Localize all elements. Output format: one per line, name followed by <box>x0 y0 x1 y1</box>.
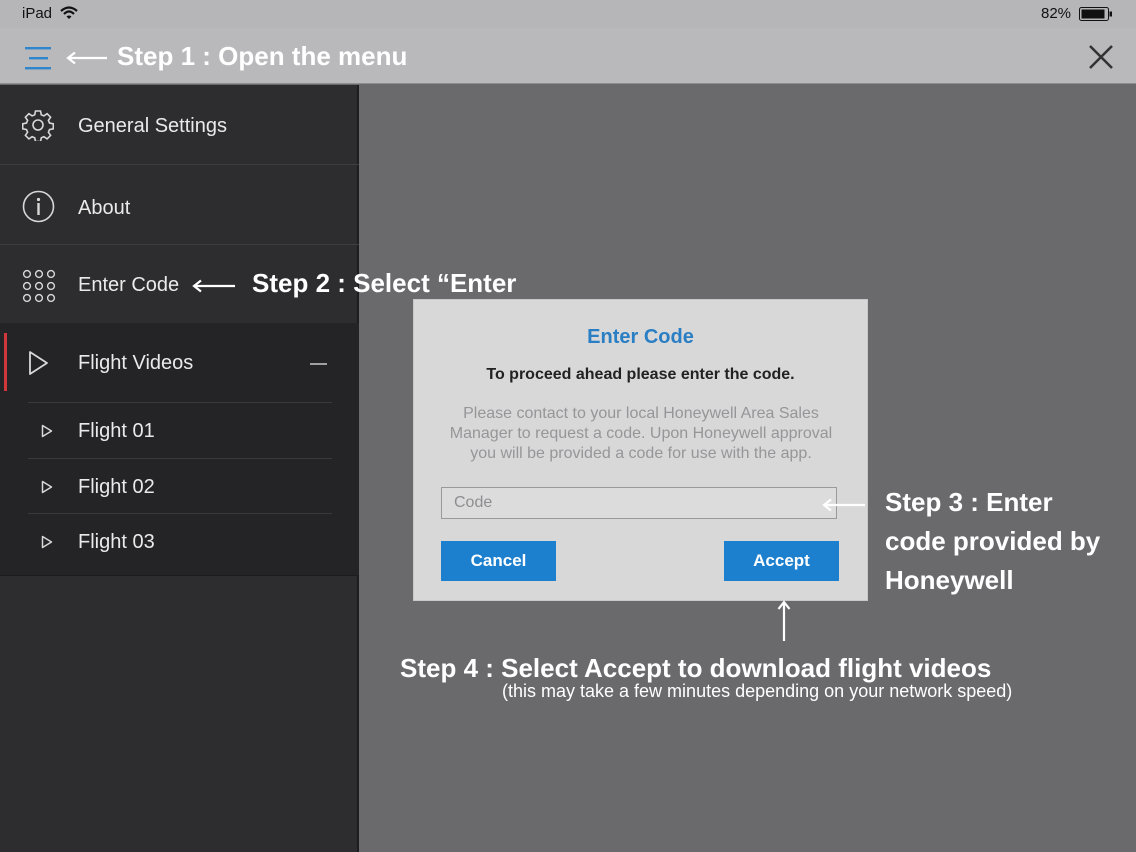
sidebar-item-label: About <box>78 197 131 219</box>
dialog-title: Enter Code <box>587 326 694 348</box>
sub-item-flight-01[interactable]: Flight 01 <box>28 402 332 458</box>
menu-icon[interactable] <box>24 45 54 71</box>
arrow-left-icon <box>822 498 865 512</box>
sidebar-item-about[interactable]: About <box>0 165 359 245</box>
play-icon <box>29 351 48 375</box>
annotation-step-4-note: (this may take a few minutes depending o… <box>502 681 1013 701</box>
battery-icon <box>1079 7 1112 21</box>
play-icon <box>41 424 53 438</box>
status-bar: iPad 82% <box>0 0 1136 28</box>
annotation-step-1: Step 1 : Open the menu <box>117 41 408 71</box>
sidebar-item-label: General Settings <box>78 115 227 137</box>
annotation-step-3-line-3: Honeywell <box>885 565 1014 595</box>
annotation-step-3-line-2: code provided by <box>885 526 1101 556</box>
dialog-subtitle: To proceed ahead please enter the code. <box>486 366 795 383</box>
wifi-icon <box>60 6 78 19</box>
info-icon <box>22 190 55 223</box>
dialog-body-text: Please contact to your local Honeywell A… <box>449 405 833 462</box>
code-input[interactable] <box>441 487 837 519</box>
sidebar-item-general-settings[interactable]: General Settings <box>0 85 359 165</box>
arrow-left-icon <box>192 279 235 293</box>
sidebar-item-label: Enter Code <box>78 274 180 296</box>
play-icon <box>41 535 53 549</box>
arrow-left-icon <box>66 51 107 65</box>
sub-item-label: Flight 03 <box>78 531 155 553</box>
sidebar-item-flight-videos[interactable]: Flight Videos <box>0 323 359 403</box>
enter-code-dialog: Enter Code To proceed ahead please enter… <box>413 299 868 601</box>
battery-percent: 82% <box>1041 5 1072 22</box>
sub-item-flight-03[interactable]: Flight 03 <box>28 513 332 569</box>
sub-item-flight-02[interactable]: Flight 02 <box>28 458 332 514</box>
annotation-step-2: Step 2 : Select “Enter <box>252 268 517 298</box>
gear-icon <box>22 110 54 141</box>
device-name: iPad <box>22 5 53 22</box>
sub-item-label: Flight 01 <box>78 420 155 442</box>
keypad-icon <box>22 269 56 303</box>
annotation-step-3-line-1: Step 3 : Enter <box>885 487 1053 517</box>
annotation-step-4: Step 4 : Select Accept to download fligh… <box>400 653 992 683</box>
collapse-icon[interactable] <box>310 363 327 365</box>
close-icon[interactable] <box>1088 44 1114 70</box>
flight-videos-group: Flight Videos Flight 01 Flight 02 Flight… <box>0 323 359 576</box>
sidebar-menu: General Settings About Enter Code Flight… <box>0 85 359 852</box>
sidebar-item-label: Flight Videos <box>78 352 194 374</box>
play-icon <box>41 480 53 494</box>
cancel-button[interactable]: Cancel <box>441 541 556 581</box>
active-indicator <box>4 333 7 391</box>
accept-button[interactable]: Accept <box>724 541 839 581</box>
sub-item-label: Flight 02 <box>78 476 155 498</box>
arrow-up-icon <box>777 600 791 641</box>
